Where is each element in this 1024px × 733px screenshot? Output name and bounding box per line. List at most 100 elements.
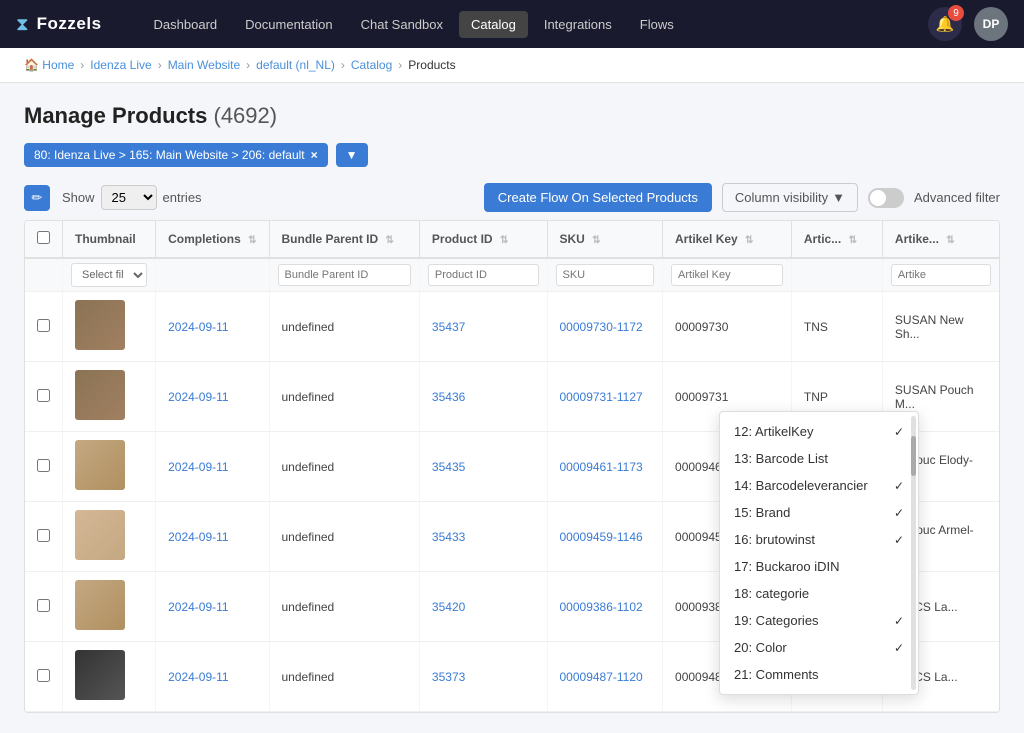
completions-link[interactable]: 2024-09-11 bbox=[168, 670, 229, 684]
sort-icon: ⇅ bbox=[386, 235, 394, 246]
dropdown-item-15[interactable]: 15: Brand ✓ bbox=[720, 499, 918, 526]
filter-tags-row: 80: Idenza Live > 165: Main Website > 20… bbox=[24, 143, 1000, 167]
artikel-key-cell: 00009730 bbox=[675, 320, 728, 334]
dropdown-item-14[interactable]: 14: Barcodeleverancier ✓ bbox=[720, 472, 918, 499]
row-checkbox[interactable] bbox=[37, 319, 50, 332]
nav-dashboard[interactable]: Dashboard bbox=[142, 11, 230, 38]
breadcrumb: 🏠 Home › Idenza Live › Main Website › de… bbox=[0, 48, 1024, 83]
check-icon: ✓ bbox=[894, 506, 904, 520]
logo[interactable]: ⧗ Fozzels bbox=[16, 14, 102, 35]
bundle-parent-id-cell: undefined bbox=[282, 390, 335, 404]
row-checkbox[interactable] bbox=[37, 389, 50, 402]
dropdown-item-13[interactable]: 13: Barcode List bbox=[720, 445, 918, 472]
dropdown-item-21[interactable]: 21: Comments bbox=[720, 661, 918, 688]
thumbnail-image bbox=[75, 300, 125, 350]
check-icon: ✓ bbox=[894, 479, 904, 493]
th-artic[interactable]: Artic... ⇅ bbox=[791, 221, 882, 258]
thumbnail-filter-select[interactable]: Select filter bbox=[71, 263, 147, 287]
product-id-filter-input[interactable] bbox=[428, 264, 539, 286]
dropdown-item-16[interactable]: 16: brutowinst ✓ bbox=[720, 526, 918, 553]
sku-link[interactable]: 00009459-1146 bbox=[560, 530, 643, 544]
logo-text: Fozzels bbox=[37, 14, 102, 34]
dropdown-scrollbar[interactable] bbox=[911, 416, 916, 690]
sku-link[interactable]: 00009386-1102 bbox=[560, 600, 643, 614]
sort-icon: ⇅ bbox=[592, 235, 600, 246]
row-checkbox[interactable] bbox=[37, 459, 50, 472]
dropdown-item-17[interactable]: 17: Buckaroo iDIN bbox=[720, 553, 918, 580]
completions-link[interactable]: 2024-09-11 bbox=[168, 530, 229, 544]
th-artike[interactable]: Artike... ⇅ bbox=[882, 221, 999, 258]
dropdown-item-18[interactable]: 18: categorie bbox=[720, 580, 918, 607]
th-bundle-parent-id[interactable]: Bundle Parent ID ⇅ bbox=[269, 221, 419, 258]
breadcrumb-default[interactable]: default (nl_NL) bbox=[256, 58, 335, 72]
sku-link[interactable]: 00009461-1173 bbox=[560, 460, 643, 474]
bundle-parent-filter-input[interactable] bbox=[278, 264, 411, 286]
filter-tag: 80: Idenza Live > 165: Main Website > 20… bbox=[24, 143, 328, 167]
column-visibility-button[interactable]: Column visibility ▼ bbox=[722, 183, 858, 212]
th-sku[interactable]: SKU ⇅ bbox=[547, 221, 663, 258]
completions-link[interactable]: 2024-09-11 bbox=[168, 320, 229, 334]
artike-filter-input[interactable] bbox=[891, 264, 991, 286]
breadcrumb-catalog[interactable]: Catalog bbox=[351, 58, 392, 72]
bundle-parent-id-cell: undefined bbox=[282, 460, 335, 474]
notifications-button[interactable]: 🔔 9 bbox=[928, 7, 962, 41]
product-id-link[interactable]: 35373 bbox=[432, 670, 465, 684]
completions-link[interactable]: 2024-09-11 bbox=[168, 390, 229, 404]
sort-icon: ⇅ bbox=[849, 235, 857, 246]
sku-link[interactable]: 00009730-1172 bbox=[560, 320, 643, 334]
completions-link[interactable]: 2024-09-11 bbox=[168, 460, 229, 474]
dropdown-item-label: 12: ArtikelKey bbox=[734, 424, 814, 439]
sku-link[interactable]: 00009487-1120 bbox=[560, 670, 643, 684]
filter-tag-dropdown-btn[interactable]: ▼ bbox=[336, 143, 368, 167]
th-completions[interactable]: Completions ⇅ bbox=[156, 221, 269, 258]
nav-catalog[interactable]: Catalog bbox=[459, 11, 528, 38]
breadcrumb-idenza-live[interactable]: Idenza Live bbox=[90, 58, 151, 72]
product-id-link[interactable]: 35433 bbox=[432, 530, 465, 544]
breadcrumb-main-website[interactable]: Main Website bbox=[168, 58, 240, 72]
nav-right: 🔔 9 DP bbox=[928, 7, 1008, 41]
main-content: Manage Products (4692) 80: Idenza Live >… bbox=[0, 83, 1024, 733]
product-id-link[interactable]: 35420 bbox=[432, 600, 465, 614]
nav-documentation[interactable]: Documentation bbox=[233, 11, 344, 38]
select-all-checkbox[interactable] bbox=[37, 231, 50, 244]
products-table-wrapper: Thumbnail Completions ⇅ Bundle Parent ID… bbox=[24, 220, 1000, 713]
sku-filter-input[interactable] bbox=[556, 264, 655, 286]
dropdown-item-label: 16: brutowinst bbox=[734, 532, 815, 547]
top-navigation: ⧗ Fozzels Dashboard Documentation Chat S… bbox=[0, 0, 1024, 48]
dropdown-item-12[interactable]: 12: ArtikelKey ✓ bbox=[720, 418, 918, 445]
sort-icon: ⇅ bbox=[946, 235, 954, 246]
edit-icon-button[interactable]: ✏ bbox=[24, 185, 50, 211]
dropdown-scrollbar-thumb bbox=[911, 436, 916, 476]
filter-tag-label: 80: Idenza Live > 165: Main Website > 20… bbox=[34, 148, 305, 162]
nav-integrations[interactable]: Integrations bbox=[532, 11, 624, 38]
check-icon: ✓ bbox=[894, 641, 904, 655]
toolbar: ✏ Show 25 50 100 entries Create Flow On … bbox=[24, 183, 1000, 212]
breadcrumb-home[interactable]: 🏠 Home bbox=[24, 58, 74, 72]
entries-select[interactable]: 25 50 100 bbox=[101, 185, 157, 210]
product-id-link[interactable]: 35436 bbox=[432, 390, 465, 404]
create-flow-button[interactable]: Create Flow On Selected Products bbox=[484, 183, 712, 212]
row-checkbox[interactable] bbox=[37, 599, 50, 612]
product-id-link[interactable]: 35435 bbox=[432, 460, 465, 474]
nav-chat-sandbox[interactable]: Chat Sandbox bbox=[349, 11, 455, 38]
artikel-key-filter-input[interactable] bbox=[671, 264, 783, 286]
filter-tag-remove[interactable]: × bbox=[311, 148, 318, 162]
advanced-filter-toggle[interactable] bbox=[868, 188, 904, 208]
row-checkbox[interactable] bbox=[37, 529, 50, 542]
nav-links: Dashboard Documentation Chat Sandbox Cat… bbox=[142, 11, 904, 38]
artike-cell: SUSAN New Sh... bbox=[895, 313, 964, 341]
entries-label: entries bbox=[163, 190, 202, 205]
sku-link[interactable]: 00009731-1127 bbox=[560, 390, 643, 404]
thumbnail-image bbox=[75, 440, 125, 490]
row-checkbox[interactable] bbox=[37, 669, 50, 682]
th-product-id[interactable]: Product ID ⇅ bbox=[419, 221, 547, 258]
completions-link[interactable]: 2024-09-11 bbox=[168, 600, 229, 614]
dropdown-item-20[interactable]: 20: Color ✓ bbox=[720, 634, 918, 661]
artikel-key-cell: 00009731 bbox=[675, 390, 728, 404]
nav-flows[interactable]: Flows bbox=[628, 11, 686, 38]
thumbnail-image bbox=[75, 370, 125, 420]
product-id-link[interactable]: 35437 bbox=[432, 320, 465, 334]
th-artikel-key[interactable]: Artikel Key ⇅ bbox=[663, 221, 792, 258]
avatar[interactable]: DP bbox=[974, 7, 1008, 41]
th-checkbox bbox=[25, 221, 63, 258]
